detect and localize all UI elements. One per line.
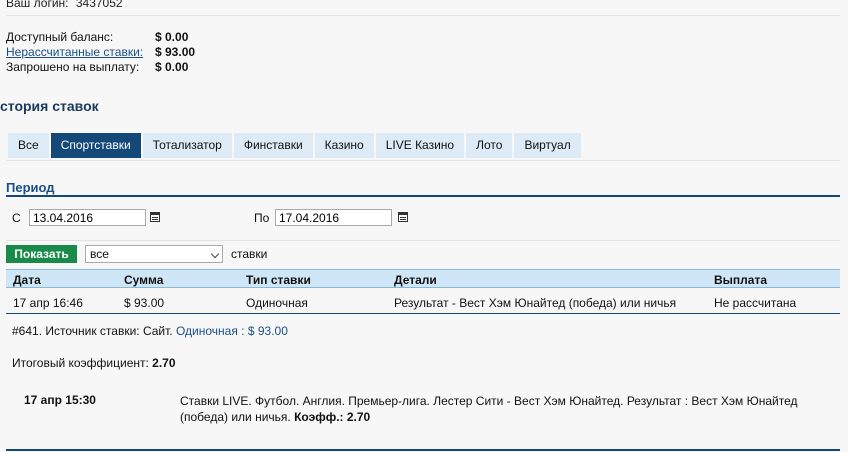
login-label: Ваш логин: [6, 0, 69, 10]
header-type: Тип ставки [246, 273, 311, 287]
period-underline [6, 195, 840, 197]
table-header: Дата Сумма Тип ставки Детали Выплата [6, 269, 840, 288]
tab-casino[interactable]: Казино [314, 133, 374, 158]
balance-label: Доступный баланс: [6, 30, 114, 44]
row-amount: $ 93.00 [124, 296, 165, 310]
chevron-down-icon [210, 249, 220, 259]
bottom-divider [6, 449, 840, 451]
login-row: Ваш логин: 3437052 [6, 0, 123, 10]
payout-label: Запрошено на выплату: [6, 60, 140, 74]
bet-type-amount: Одиночная : $ 93.00 [175, 324, 288, 338]
event-description: Ставки LIVE. Футбол. Англия. Премьер-лиг… [180, 393, 820, 425]
event-line-2-text: (победа) или ничья. [180, 410, 291, 424]
from-date-input[interactable] [29, 209, 146, 226]
tab-bar: Все Спортставки Тотализатор Финставки Ка… [8, 133, 583, 158]
tab-live-casino[interactable]: LIVE Казино [375, 133, 465, 158]
unsettled-bets-link[interactable]: Нерассчитанные ставки: [6, 45, 143, 59]
table-row[interactable]: 17 апр 16:46 $ 93.00 Одиночная Результат… [6, 288, 840, 312]
total-coef-label: Итоговый коэффициент: [12, 356, 149, 370]
divider [6, 240, 840, 241]
row-type: Одиночная [246, 296, 308, 310]
event-line-1: Ставки LIVE. Футбол. Англия. Премьер-лиг… [180, 394, 798, 408]
balance-value: $ 0.00 [155, 30, 189, 44]
total-coef-value: 2.70 [152, 356, 176, 370]
header-payout: Выплата [714, 273, 768, 287]
calendar-icon[interactable] [150, 212, 160, 222]
tab-all[interactable]: Все [8, 133, 49, 158]
divider [6, 160, 840, 161]
tab-lotto[interactable]: Лото [466, 133, 513, 158]
row-date: 17 апр 16:46 [13, 296, 83, 310]
login-value: 3437052 [75, 0, 123, 10]
row-payout: Не рассчитана [714, 296, 797, 310]
show-button[interactable]: Показать [6, 245, 77, 263]
bet-filter-select[interactable]: все [85, 245, 223, 263]
divider [6, 15, 840, 16]
header-amount: Сумма [124, 273, 164, 287]
row-divider [6, 313, 840, 314]
bet-id-text: #641. Источник ставки: Сайт. [12, 324, 173, 338]
row-details: Результат - Вест Хэм Юнайтед (победа) ил… [394, 296, 677, 310]
coef-label: Коэфф.: [294, 410, 344, 424]
payout-value: $ 0.00 [155, 60, 189, 74]
tab-financial[interactable]: Финставки [233, 133, 313, 158]
page-title: стория ставок [0, 98, 99, 114]
filter-suffix: ставки [231, 247, 268, 261]
header-details: Детали [394, 273, 437, 287]
total-coefficient: Итоговый коэффициент: 2.70 [12, 356, 176, 370]
period-title: Период [6, 180, 55, 195]
unsettled-value: $ 93.00 [155, 45, 196, 59]
coef-value: 2.70 [346, 410, 371, 424]
bet-id-source: #641. Источник ставки: Сайт. Одиночная :… [12, 324, 288, 338]
tab-totalizator[interactable]: Тотализатор [142, 133, 232, 158]
to-label: По [254, 211, 270, 225]
to-date-input[interactable] [275, 209, 392, 226]
bet-filter-value: все [90, 247, 109, 261]
from-label: С [12, 211, 21, 225]
event-line-2: (победа) или ничья. Коэфф.: 2.70 [180, 409, 820, 425]
event-time: 17 апр 15:30 [24, 393, 96, 407]
tab-sports[interactable]: Спортставки [50, 133, 141, 158]
tab-virtual[interactable]: Виртуал [514, 133, 581, 158]
header-date: Дата [13, 273, 41, 287]
calendar-icon[interactable] [398, 212, 408, 222]
